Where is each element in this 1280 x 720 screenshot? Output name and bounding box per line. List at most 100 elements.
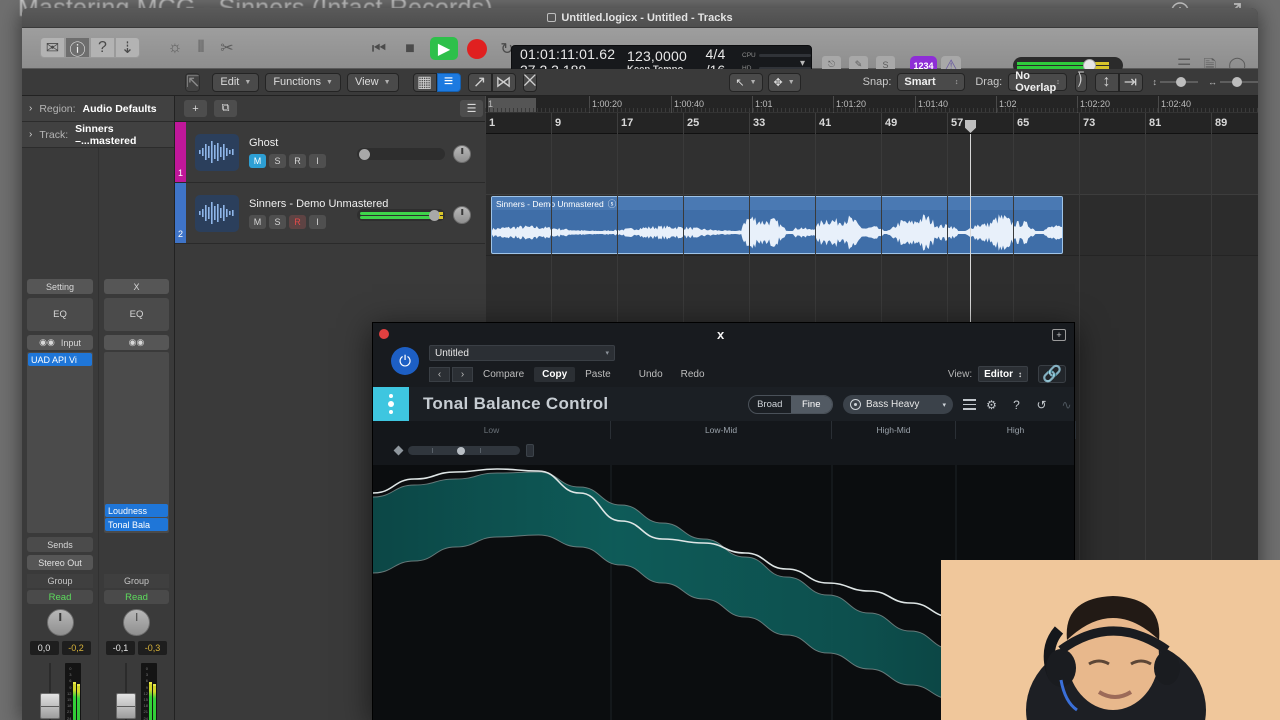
horizontal-zoom-slider[interactable]: ↔	[1208, 77, 1258, 87]
waveform-icon[interactable]: ∿	[1056, 395, 1077, 414]
table-row[interactable]: 2 Sinners - Demo Unmastered M S R I	[175, 183, 485, 244]
expand-icon[interactable]: +	[1052, 329, 1066, 341]
strip1-pan-value[interactable]: 0,0	[29, 641, 59, 655]
track1-record-button[interactable]: R	[289, 153, 306, 168]
preset-select[interactable]: Untitled ▾	[429, 345, 615, 361]
copy-button[interactable]: Copy	[534, 367, 576, 382]
track1-pan-knob[interactable]	[453, 145, 471, 163]
record-button[interactable]	[467, 38, 487, 59]
strip2-automation-mode[interactable]: Read	[104, 590, 169, 604]
vertical-zoom-slider[interactable]: ↕	[1153, 77, 1198, 87]
strip1-eq-display[interactable]: EQ	[27, 298, 93, 331]
strip2-plugin-slot-2[interactable]: Tonal Bala	[105, 518, 168, 531]
snap-select[interactable]: Smart ↕	[897, 73, 966, 91]
duplicate-track-button[interactable]: ⧉	[214, 100, 237, 117]
settings-gear-icon[interactable]: ⚙	[981, 395, 1002, 414]
timeline-ruler[interactable]: 1 1:00:20 1:00:40 1:01 1:01:20 1:01:40 1:02 1:0…	[485, 96, 1258, 134]
strip2-eq-display[interactable]: EQ	[104, 298, 169, 331]
next-preset-button[interactable]: ›	[452, 367, 473, 382]
link-icon[interactable]: 🔗	[1038, 365, 1066, 383]
go-to-beginning-button[interactable]: ⏮	[368, 38, 390, 60]
toolbar-icon[interactable]: ⇣	[115, 37, 140, 58]
strip2-plugin-slot-1[interactable]: Loudness	[105, 504, 168, 517]
close-icon[interactable]: x	[717, 327, 724, 342]
target-curve-select[interactable]: Bass Heavy ▾	[843, 395, 953, 414]
track-name[interactable]: Sinners - Demo Unmastered	[249, 198, 485, 210]
lane-track-1[interactable]	[485, 134, 1258, 195]
track2-volume-slider[interactable]	[357, 209, 445, 221]
table-row[interactable]: 1 Ghost M S R I	[175, 122, 485, 183]
quick-help-icon[interactable]: ?	[90, 37, 115, 58]
lcd-chevron-down-icon[interactable]: ▾	[800, 58, 805, 69]
vertical-zoom-icon[interactable]: ↕	[1094, 72, 1119, 92]
secondary-tool-button[interactable]: ✥ ▼	[767, 72, 801, 92]
inspector-track-row[interactable]: › Track: Sinners –...mastered	[22, 122, 174, 148]
strip1-setting-button[interactable]: Setting	[27, 279, 93, 294]
functions-menu[interactable]: Functions ▼	[265, 72, 341, 92]
hide-inspector-icon[interactable]: ⇱	[185, 72, 201, 92]
help-icon[interactable]: ?	[1006, 395, 1027, 414]
broad-button[interactable]: Broad	[749, 396, 791, 413]
strip1-output[interactable]: Stereo Out	[27, 555, 93, 570]
strip1-group[interactable]: Group	[27, 574, 93, 588]
smart-controls-icon[interactable]: ☼	[162, 37, 188, 58]
strip2-fader[interactable]	[116, 663, 136, 720]
strip2-group[interactable]: Group	[104, 574, 169, 588]
play-button[interactable]: ▶	[430, 37, 458, 60]
strip1-fader[interactable]	[39, 663, 60, 720]
strip2-volume-value[interactable]: -0,3	[138, 641, 167, 655]
pointer-tool-button[interactable]: ↖ ▼	[729, 72, 763, 92]
resolution-toggle[interactable]: Broad Fine	[748, 395, 833, 414]
track2-mute-button[interactable]: M	[249, 214, 266, 229]
reset-icon[interactable]: ↺	[1031, 395, 1052, 414]
strip2-pan-value[interactable]: -0,1	[106, 641, 135, 655]
track-name[interactable]: Ghost	[249, 137, 485, 149]
compare-button[interactable]: Compare	[475, 367, 532, 382]
prev-preset-button[interactable]: ‹	[429, 367, 450, 382]
strip2-sends[interactable]	[104, 537, 169, 552]
stop-button[interactable]: ■	[399, 38, 421, 60]
track2-record-button[interactable]: R	[289, 214, 306, 229]
zoom-fit-icon[interactable]: ⇥	[1118, 72, 1143, 92]
track2-solo-button[interactable]: S	[269, 214, 286, 229]
view-select[interactable]: Editor ↕	[978, 366, 1028, 382]
audio-region[interactable]: Sinners - Demo Unmastered ⓢ	[491, 196, 1063, 254]
chevron-right-icon[interactable]: ›	[29, 129, 32, 140]
undo-button[interactable]: Undo	[631, 367, 671, 382]
redo-button[interactable]: Redo	[673, 367, 713, 382]
strip2-input-button[interactable]: ◉◉	[104, 335, 169, 350]
view-menu[interactable]: View ▼	[346, 72, 399, 92]
editors-icon[interactable]: ✂	[214, 37, 240, 58]
grid-view-button[interactable]: ▦	[412, 72, 437, 92]
low-band-readout[interactable]	[526, 444, 534, 457]
low-band-slider[interactable]	[393, 444, 534, 457]
fine-button[interactable]: Fine	[790, 396, 832, 413]
track1-mute-button[interactable]: M	[249, 153, 266, 168]
strip1-plugin-slot-1[interactable]: UAD API Vi	[28, 353, 92, 366]
chevron-right-icon[interactable]: ›	[29, 103, 32, 114]
strip1-input-button[interactable]: ◉◉ Input	[27, 335, 93, 350]
strip1-automation-mode[interactable]: Read	[27, 590, 93, 604]
catch-playhead-icon[interactable]: ⟌	[1074, 72, 1087, 92]
menu-icon[interactable]	[959, 395, 979, 414]
strip2-output[interactable]	[104, 555, 169, 570]
low-band-handle-icon[interactable]	[393, 445, 404, 456]
close-window-button[interactable]	[379, 329, 389, 339]
strip2-pan-knob[interactable]	[123, 609, 150, 636]
track1-input-monitor-button[interactable]: I	[309, 153, 326, 168]
strip1-sends[interactable]: Sends	[27, 537, 93, 552]
track1-volume-slider[interactable]	[357, 148, 445, 160]
strip2-insert-slots[interactable]: Loudness Tonal Bala	[104, 352, 169, 533]
library-icon[interactable]: ✉	[40, 37, 65, 58]
automation-button[interactable]: ↗	[467, 72, 492, 92]
mixer-icon[interactable]: ⦀	[188, 37, 214, 58]
paste-button[interactable]: Paste	[577, 367, 619, 382]
track1-solo-button[interactable]: S	[269, 153, 286, 168]
drag-select[interactable]: No Overlap ↕	[1008, 70, 1067, 94]
strip1-insert-slots[interactable]: UAD API Vi	[27, 352, 93, 533]
flex-pitch-button[interactable]: ⨉	[522, 72, 538, 92]
low-band-track[interactable]	[408, 446, 520, 455]
flex-button[interactable]: ⋈	[491, 72, 516, 92]
inspector-region-row[interactable]: › Region: Audio Defaults	[22, 96, 174, 122]
track2-pan-knob[interactable]	[453, 206, 471, 224]
